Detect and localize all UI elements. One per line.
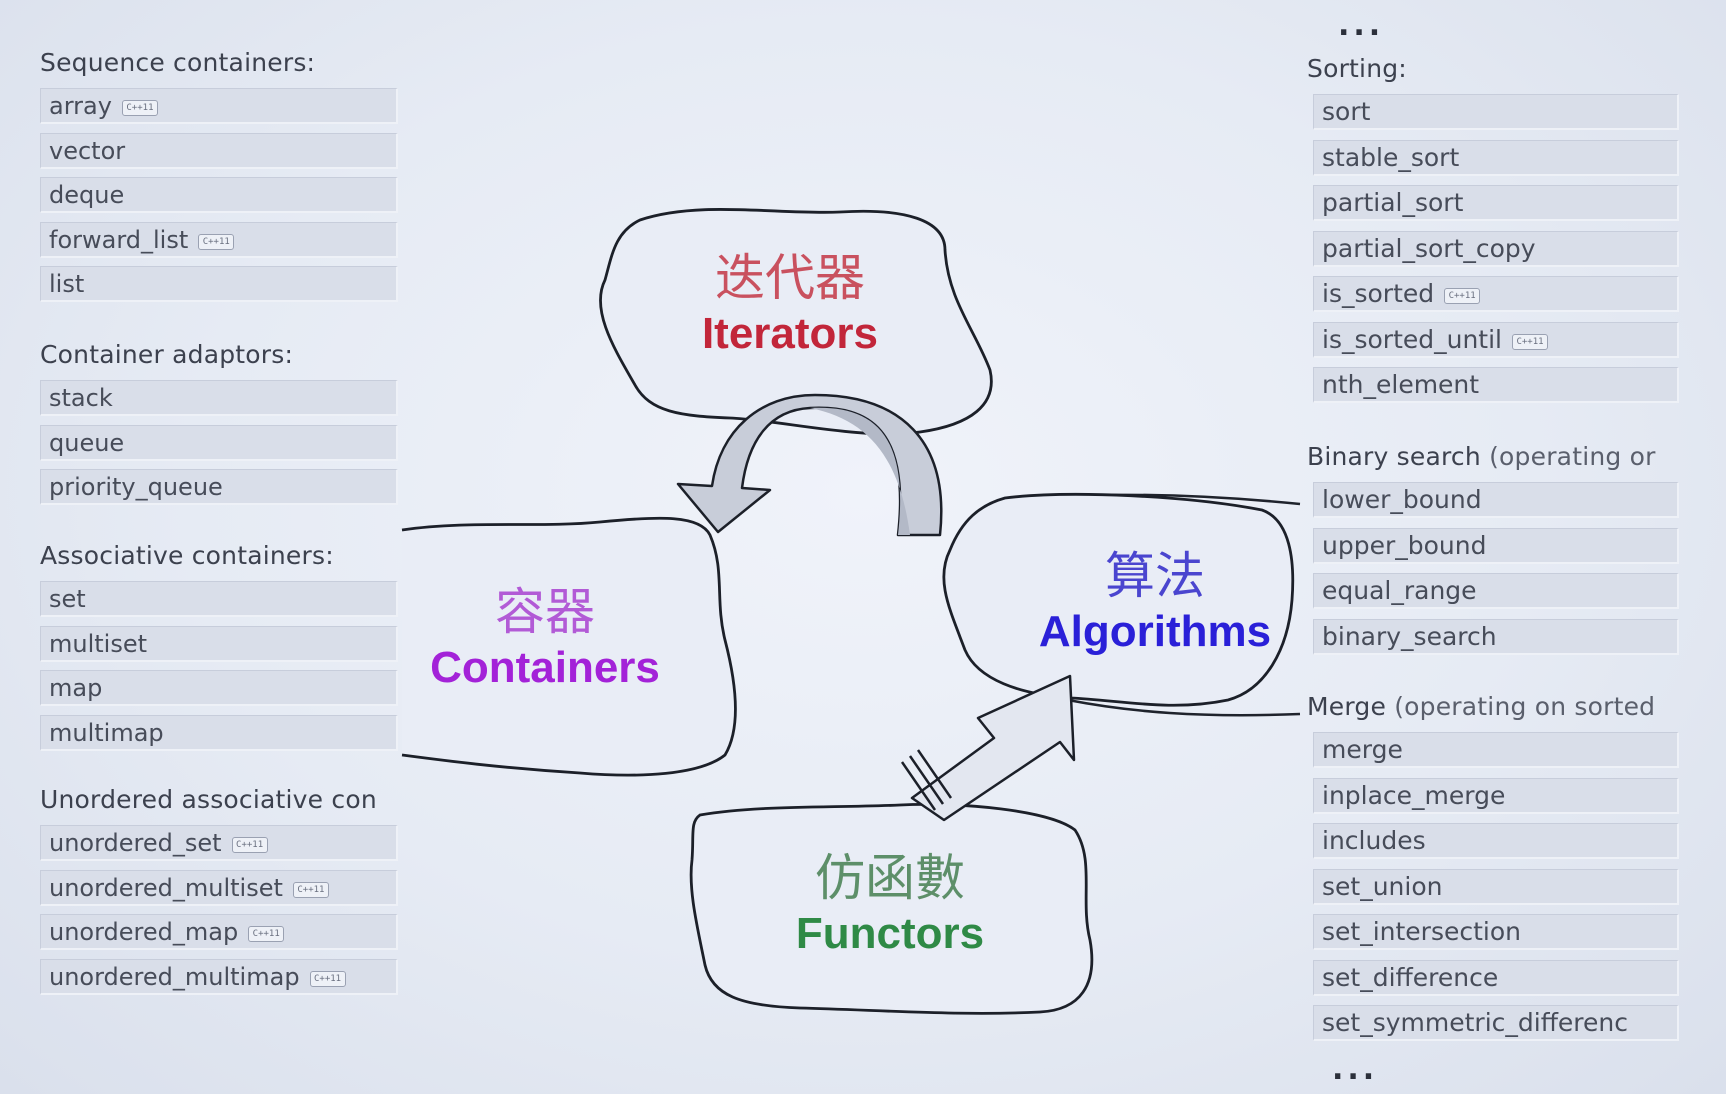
algorithms-label-cn: 算法 [1105,547,1205,605]
containers-label-cn: 容器 [495,583,595,641]
functors-label-en: Functors [795,909,985,958]
functor-to-algorithm-arrow [910,674,1076,822]
iterators-label-cn: 迭代器 [715,249,865,307]
containers-label-en: Containers [430,643,660,692]
iterators-label: 迭代器 Iterators [670,248,910,360]
iterators-label-en: Iterators [701,309,879,358]
functors-label: 仿函數 Functors [760,848,1020,960]
algorithms-label-en: Algorithms [1038,607,1272,656]
algorithms-label: 算法 Algorithms [1020,546,1290,658]
functors-label-cn: 仿函數 [815,849,965,907]
containers-label: 容器 Containers [405,582,685,694]
